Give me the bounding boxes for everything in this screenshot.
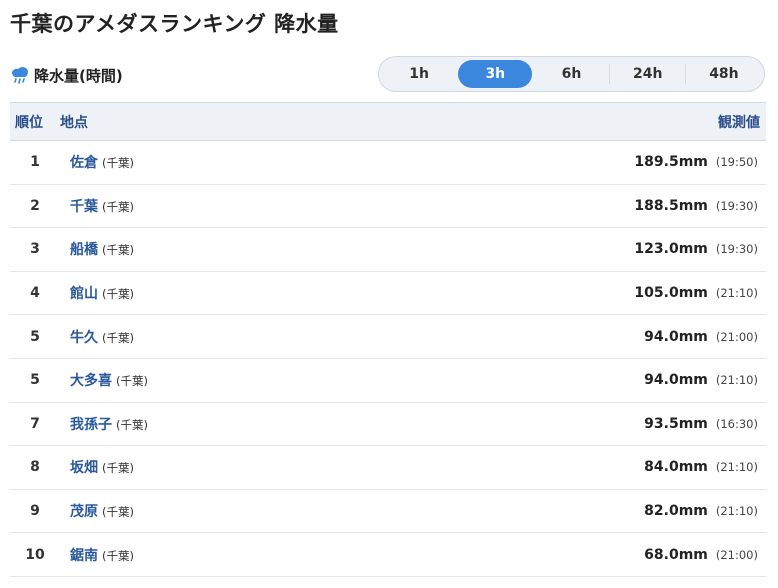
- place-link[interactable]: 牛久: [70, 330, 98, 346]
- precipitation-amount: 94.0mm: [644, 328, 708, 345]
- rank-cell: 5: [30, 372, 40, 389]
- place-prefecture: (千葉): [102, 243, 134, 258]
- place-cell: 坂畑 (千葉): [60, 446, 343, 490]
- tab-24h[interactable]: 24h: [608, 60, 685, 88]
- place-prefecture: (千葉): [102, 199, 134, 214]
- rain-cloud-icon: [12, 67, 28, 84]
- section-label: 降水量(時間): [10, 64, 123, 86]
- value-cell: 105.0mm (21:10): [343, 271, 766, 315]
- precipitation-amount: 68.0mm: [644, 546, 708, 563]
- value-cell: 188.5mm (19:30): [343, 184, 766, 228]
- section-label-text: 降水量(時間): [34, 66, 123, 85]
- table-header: 順位 地点 観測値: [10, 102, 766, 141]
- tab-48h[interactable]: 48h: [684, 60, 761, 88]
- observation-time: (19:30): [715, 198, 758, 213]
- place-link[interactable]: 鋸南: [70, 548, 98, 564]
- header-place: 地点: [60, 102, 343, 141]
- place-link[interactable]: 大多喜: [70, 373, 112, 389]
- place-prefecture: (千葉): [102, 505, 134, 520]
- rank-cell: 3: [30, 241, 40, 258]
- precipitation-amount: 189.5mm: [634, 154, 708, 171]
- place-prefecture: (千葉): [116, 374, 148, 389]
- place-cell: 大多喜 (千葉): [60, 358, 343, 402]
- place-prefecture: (千葉): [102, 287, 134, 302]
- value-cell: 94.0mm (21:10): [343, 358, 766, 402]
- place-link[interactable]: 我孫子: [70, 417, 112, 433]
- table-row: 2 千葉 (千葉) 188.5mm (19:30): [10, 184, 766, 228]
- precipitation-amount: 84.0mm: [644, 459, 708, 476]
- rank-cell: 9: [30, 503, 40, 520]
- table-row: 5 牛久 (千葉) 94.0mm (21:00): [10, 315, 766, 359]
- value-cell: 94.0mm (21:00): [343, 315, 766, 359]
- table-row: 8 坂畑 (千葉) 84.0mm (21:10): [10, 446, 766, 490]
- section-header: 降水量(時間) 1h 3h 6h 24h 48h: [10, 56, 768, 94]
- observation-time: (21:00): [715, 329, 758, 344]
- header-value: 観測値: [342, 102, 766, 141]
- place-cell: 館山 (千葉): [60, 271, 343, 315]
- value-cell: 82.0mm (21:10): [343, 489, 766, 533]
- value-cell: 123.0mm (19:30): [343, 228, 766, 272]
- place-prefecture: (千葉): [116, 417, 148, 432]
- table-header-row: 順位 地点 観測値: [10, 102, 766, 141]
- precipitation-amount: 93.5mm: [644, 415, 708, 432]
- table-row: 7 我孫子 (千葉) 93.5mm (16:30): [10, 402, 766, 446]
- place-cell: 千葉 (千葉): [60, 184, 343, 228]
- value-cell: 84.0mm (21:10): [343, 446, 766, 490]
- observation-time: (16:30): [715, 416, 758, 431]
- place-cell: 茂原 (千葉): [60, 489, 343, 533]
- value-cell: 189.5mm (19:50): [343, 141, 766, 185]
- place-link[interactable]: 茂原: [70, 504, 98, 520]
- table-row: 4 館山 (千葉) 105.0mm (21:10): [10, 271, 766, 315]
- tab-6h[interactable]: 6h: [534, 60, 608, 88]
- page-title: 千葉のアメダスランキング 降水量: [10, 12, 339, 36]
- place-prefecture: (千葉): [102, 330, 134, 345]
- rank-cell: 5: [30, 328, 40, 345]
- place-link[interactable]: 千葉: [70, 199, 98, 215]
- precipitation-amount: 94.0mm: [644, 372, 708, 389]
- rank-cell: 1: [30, 154, 40, 171]
- tab-3h[interactable]: 3h: [458, 60, 533, 88]
- place-link[interactable]: 坂畑: [70, 460, 98, 476]
- place-link[interactable]: 館山: [70, 286, 98, 302]
- period-tabs: 1h 3h 6h 24h 48h: [378, 56, 765, 92]
- value-cell: 93.5mm (16:30): [343, 402, 766, 446]
- observation-time: (21:10): [715, 460, 758, 475]
- place-prefecture: (千葉): [102, 461, 134, 476]
- place-link[interactable]: 船橋: [70, 242, 98, 258]
- table-row: 5 大多喜 (千葉) 94.0mm (21:10): [10, 358, 766, 403]
- observation-time: (21:10): [715, 373, 758, 388]
- precipitation-amount: 188.5mm: [634, 197, 708, 214]
- rank-cell: 4: [30, 285, 40, 302]
- precipitation-amount: 123.0mm: [634, 241, 708, 258]
- place-cell: 牛久 (千葉): [60, 315, 343, 359]
- observation-time: (19:30): [715, 242, 758, 257]
- table-row: 3 船橋 (千葉) 123.0mm (19:30): [10, 228, 766, 272]
- place-cell: 船橋 (千葉): [60, 228, 343, 272]
- place-prefecture: (千葉): [102, 156, 134, 171]
- rank-cell: 8: [30, 459, 40, 476]
- place-link[interactable]: 佐倉: [70, 155, 98, 171]
- rank-cell: 10: [25, 546, 45, 563]
- table-row: 1 佐倉 (千葉) 189.5mm (19:50): [10, 141, 766, 185]
- precipitation-amount: 82.0mm: [644, 503, 708, 520]
- precipitation-amount: 105.0mm: [634, 285, 708, 302]
- place-cell: 我孫子 (千葉): [60, 402, 343, 446]
- rank-cell: 2: [30, 197, 40, 214]
- place-cell: 鋸南 (千葉): [60, 533, 343, 577]
- value-cell: 68.0mm (21:00): [343, 533, 766, 577]
- tab-1h[interactable]: 1h: [382, 60, 456, 88]
- place-prefecture: (千葉): [102, 548, 134, 563]
- rank-cell: 7: [30, 415, 40, 432]
- observation-time: (19:50): [715, 155, 758, 170]
- table-row: 10 鋸南 (千葉) 68.0mm (21:00): [10, 533, 766, 577]
- ranking-table: 順位 地点 観測値 1 佐倉 (千葉) 189.5mm (19:50) 2 千葉 (千葉) 18…: [10, 102, 766, 577]
- place-cell: 佐倉 (千葉): [60, 141, 343, 185]
- header-rank: 順位: [10, 102, 60, 141]
- table-row: 9 茂原 (千葉) 82.0mm (21:10): [10, 489, 766, 533]
- observation-time: (21:10): [715, 504, 758, 519]
- observation-time: (21:10): [715, 286, 758, 301]
- table-body: 1 佐倉 (千葉) 189.5mm (19:50) 2 千葉 (千葉) 188.5mm (19:3…: [10, 141, 766, 577]
- observation-time: (21:00): [715, 547, 758, 562]
